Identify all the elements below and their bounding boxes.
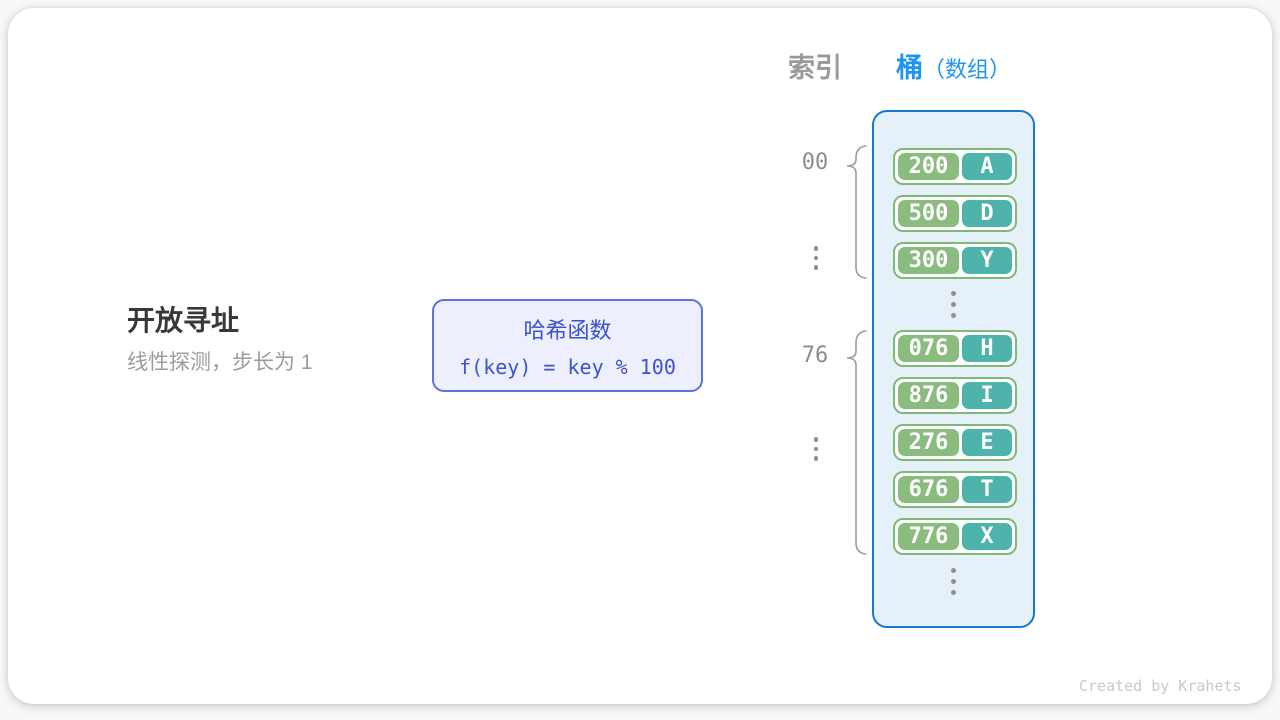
pair-key: 876	[898, 382, 959, 409]
title-block: 开放寻址 线性探测，步长为 1	[127, 304, 313, 376]
index-column-header: 索引	[762, 46, 868, 85]
hash-function-formula: f(key) = key % 100	[459, 355, 676, 379]
bucket-column-header: 桶（数组）	[862, 46, 1045, 85]
index-label: 76	[788, 343, 842, 369]
pair-row: 276 E	[893, 424, 1017, 461]
pair-row: 300 Y	[893, 242, 1017, 279]
diagram-canvas: 开放寻址 线性探测，步长为 1 哈希函数 f(key) = key % 100 …	[0, 0, 1280, 720]
ellipsis-dots-icon	[806, 437, 826, 461]
pair-value: A	[962, 153, 1012, 180]
pair-value: Y	[962, 247, 1012, 274]
pair-value: H	[962, 335, 1012, 362]
credit-text: Created by Krahets	[1079, 677, 1242, 695]
index-label: 00	[788, 150, 842, 176]
pair-row: 500 D	[893, 195, 1017, 232]
pair-key: 300	[898, 247, 959, 274]
pair-row: 876 I	[893, 377, 1017, 414]
hash-function-title: 哈希函数	[523, 313, 611, 345]
pair-key: 676	[898, 476, 959, 503]
pair-row: 200 A	[893, 148, 1017, 185]
pair-row: 776 X	[893, 518, 1017, 555]
pair-key: 776	[898, 523, 959, 550]
bucket-header-strong: 桶	[896, 53, 923, 83]
pair-value: D	[962, 200, 1012, 227]
ellipsis-dots-icon	[806, 246, 826, 270]
pair-key: 500	[898, 200, 959, 227]
pair-value: I	[962, 382, 1012, 409]
hash-function-box: 哈希函数 f(key) = key % 100	[432, 299, 703, 392]
pair-key: 276	[898, 429, 959, 456]
ellipsis-dots-icon	[872, 566, 1035, 596]
pair-value: E	[962, 429, 1012, 456]
pair-row: 076 H	[893, 330, 1017, 367]
pair-key: 200	[898, 153, 959, 180]
ellipsis-dots-icon	[872, 289, 1035, 319]
pair-row: 676 T	[893, 471, 1017, 508]
bucket-header-suffix: （数组）	[923, 57, 1011, 82]
pair-value: T	[962, 476, 1012, 503]
page-subtitle: 线性探测，步长为 1	[127, 350, 313, 376]
pair-key: 076	[898, 335, 959, 362]
pair-value: X	[962, 523, 1012, 550]
page-title: 开放寻址	[127, 304, 313, 338]
